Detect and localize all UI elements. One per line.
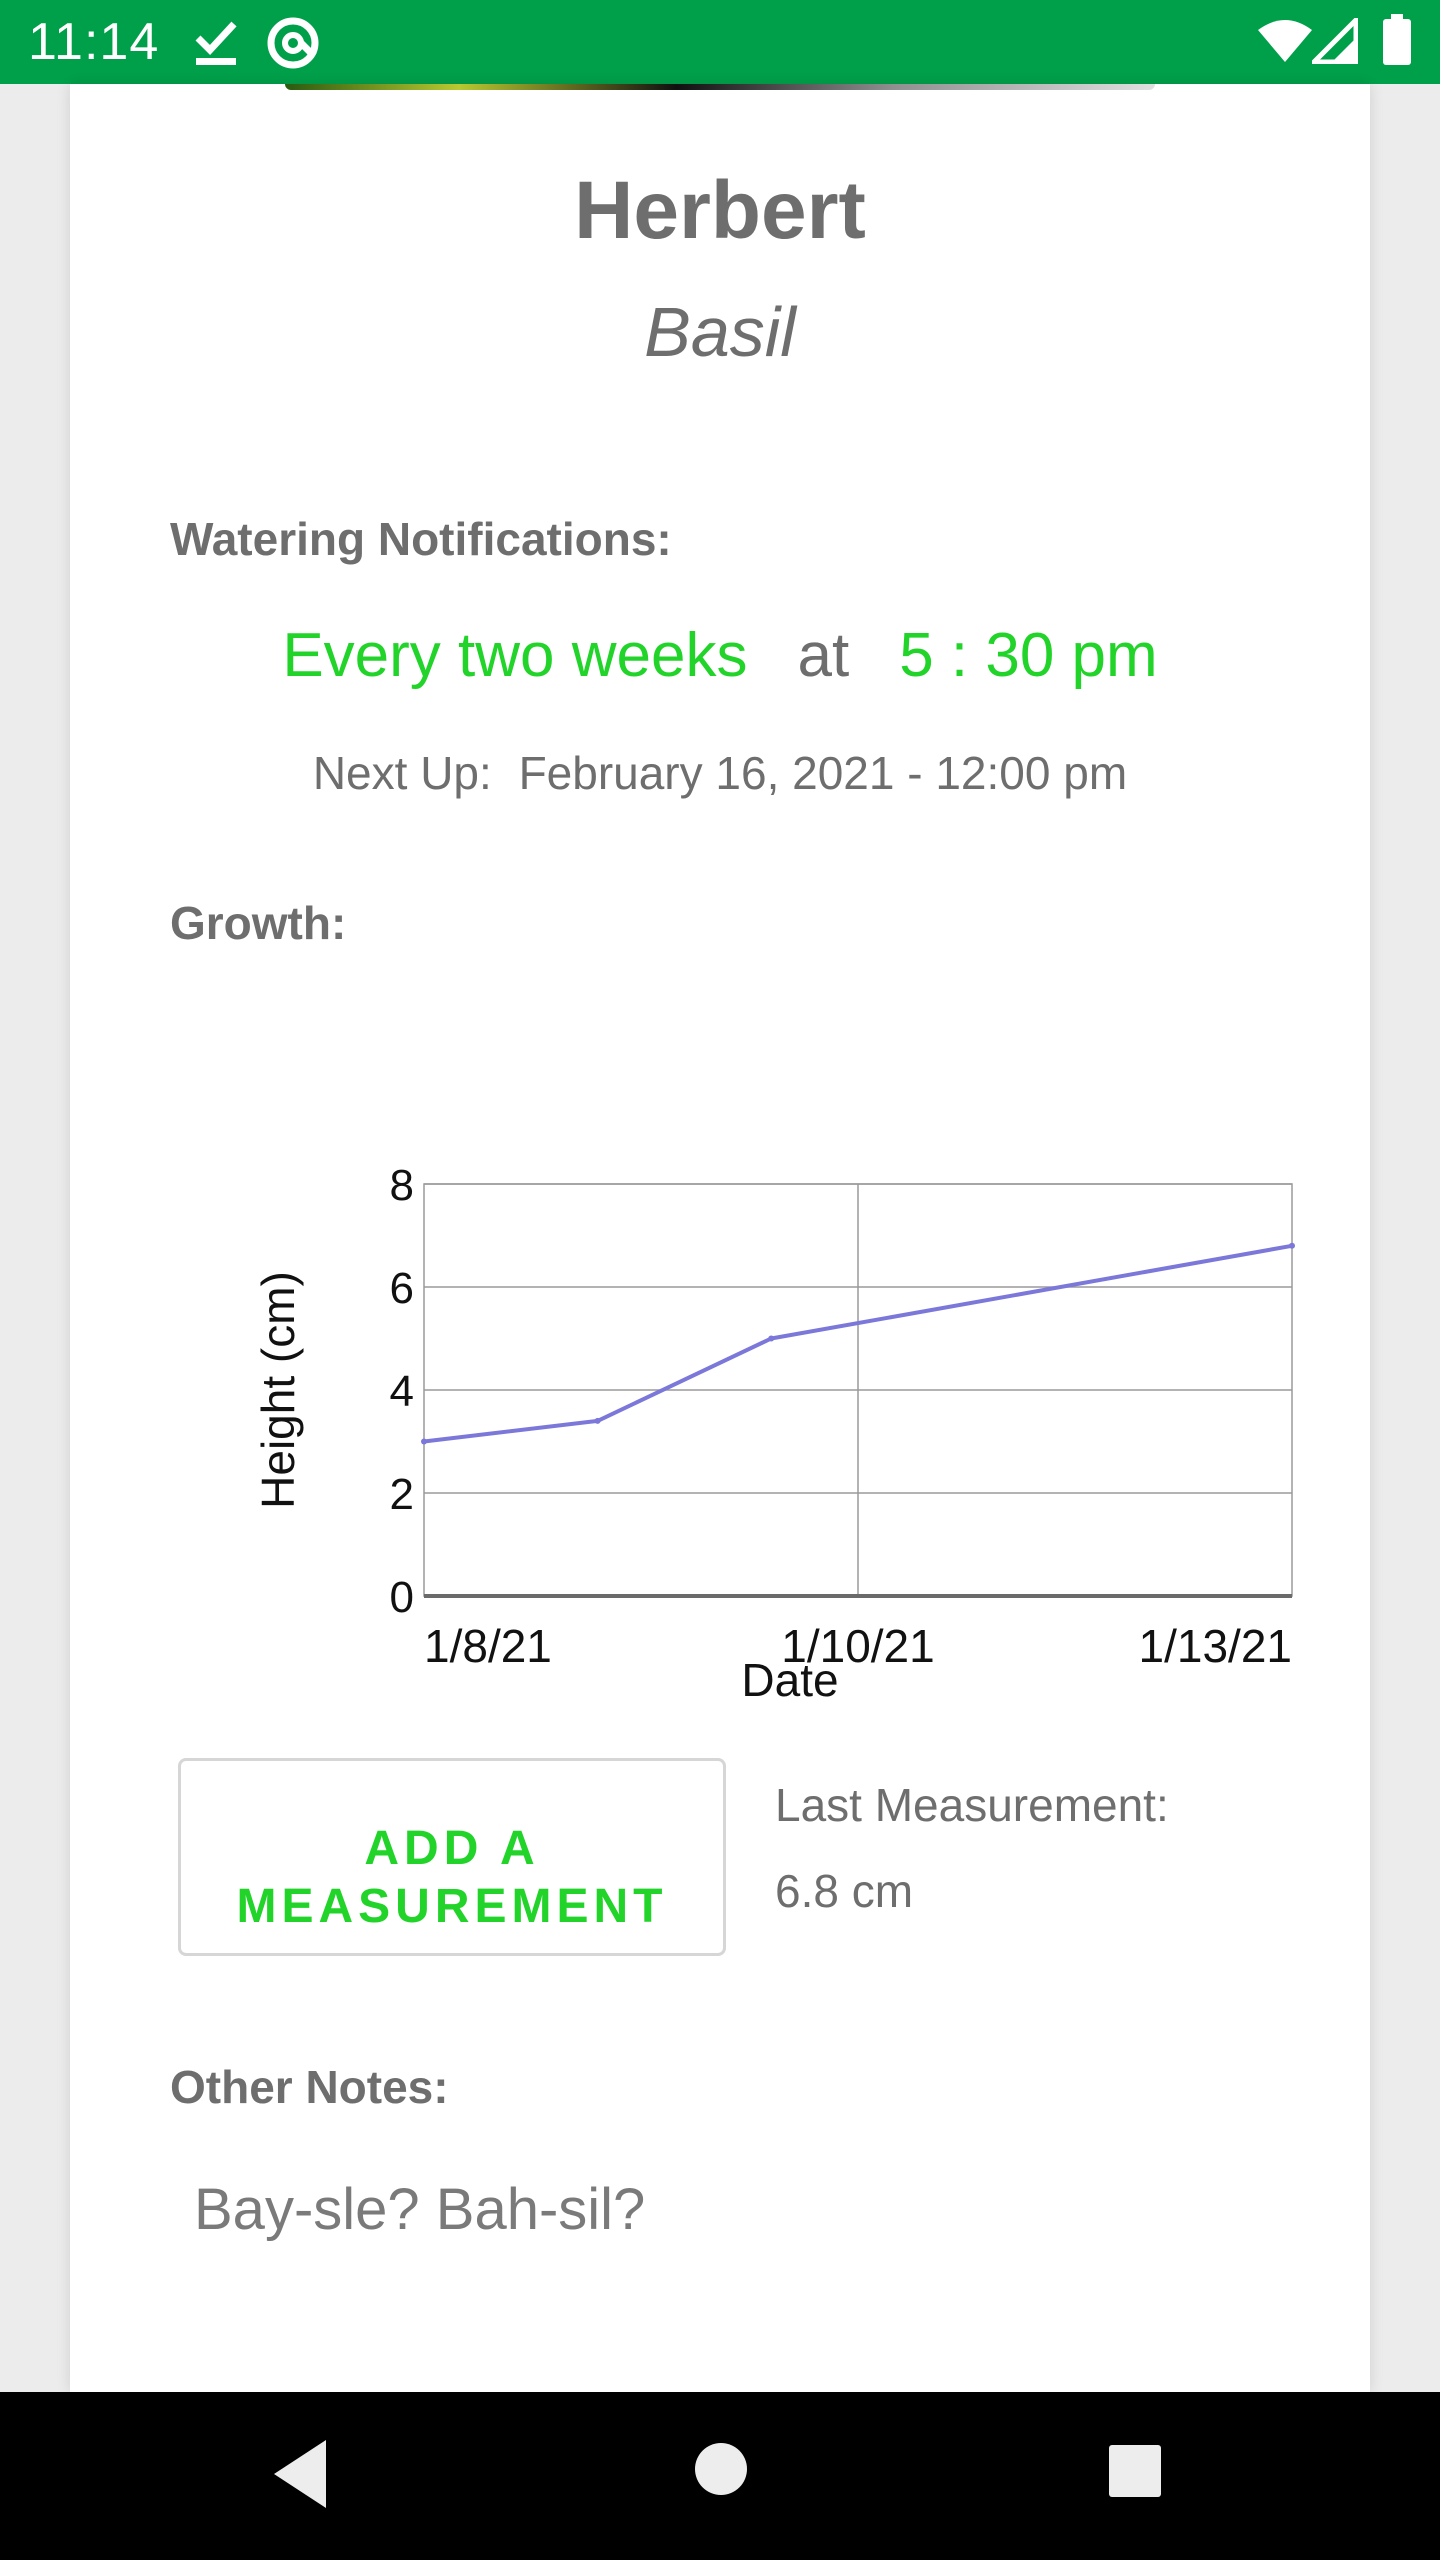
at-sign-icon xyxy=(266,16,320,75)
last-measurement-label: Last Measurement: xyxy=(775,1779,1169,1831)
x-axis-label: Date xyxy=(741,1654,838,1706)
recents-icon[interactable] xyxy=(1108,2444,1162,2503)
other-notes-text[interactable]: Bay-sle? Bah-sil? xyxy=(194,2176,645,2243)
y-tick-label-0: 0 xyxy=(390,1573,414,1622)
next-up-value: February 16, 2021 - 12:00 pm xyxy=(518,747,1128,799)
next-up-label: Next Up: xyxy=(312,747,492,799)
add-measurement-line2: MEASUREMENT xyxy=(236,1880,668,1933)
y-tick-label-4: 4 xyxy=(390,1367,414,1416)
data-point-0-3 xyxy=(1289,1242,1295,1249)
x-tick-label-2: 1/13/21 xyxy=(1139,1620,1292,1672)
growth-chart-svg: 024681/8/21 1/10/21 1/13/21DateHeight (cm) xyxy=(252,1161,1295,1706)
watering-schedule: Every two weeks at 5 : 30 pm xyxy=(70,620,1370,691)
y-axis-label: Height (cm) xyxy=(252,1271,304,1509)
y-tick-label-2: 2 xyxy=(390,1470,414,1519)
watering-frequency[interactable]: Every two weeks xyxy=(282,620,747,691)
signal-icon xyxy=(1307,13,1359,69)
check-download-icon xyxy=(194,16,238,73)
add-measurement-line1: ADD A xyxy=(364,1822,540,1875)
at-word: at xyxy=(797,621,850,690)
growth-chart: 0 2 4 6 8 1/8/21 1/10/21 1/13/21 Date Height (cm) xyxy=(170,1084,1350,1764)
home-icon[interactable] xyxy=(694,2442,748,2501)
plant-name: Herbert xyxy=(574,165,866,256)
watering-label: Watering Notifications: xyxy=(170,513,672,565)
x-tick-label-0: 1/8/21 xyxy=(424,1620,552,1672)
wifi-icon xyxy=(1256,18,1314,69)
plant-species: Basil xyxy=(644,293,796,371)
data-point-0-1 xyxy=(594,1417,601,1424)
data-point-0-0 xyxy=(421,1438,427,1445)
status-bar: 11:14 xyxy=(0,0,1440,84)
last-measurement-value: 6.8 cm xyxy=(775,1865,914,1917)
plant-detail-card: Herbert Basil Watering Notifications: Ev… xyxy=(70,84,1370,2392)
plant-photo xyxy=(285,84,1155,90)
data-point-0-2 xyxy=(768,1335,775,1342)
growth-label: Growth: xyxy=(170,897,347,949)
battery-icon xyxy=(1382,14,1412,71)
navigation-bar xyxy=(0,2392,1440,2560)
other-notes-label: Other Notes: xyxy=(170,2061,449,2113)
watering-time[interactable]: 5 : 30 pm xyxy=(899,620,1157,691)
status-time: 11:14 xyxy=(28,13,160,71)
back-icon[interactable] xyxy=(270,2436,334,2517)
next-up: Next Up: February 16, 2021 - 12:00 pm xyxy=(70,746,1370,800)
y-tick-label-8: 8 xyxy=(390,1161,414,1210)
y-tick-label-6: 6 xyxy=(390,1264,414,1313)
add-measurement-button[interactable]: ADD A MEASUREMENT xyxy=(178,1758,726,1956)
